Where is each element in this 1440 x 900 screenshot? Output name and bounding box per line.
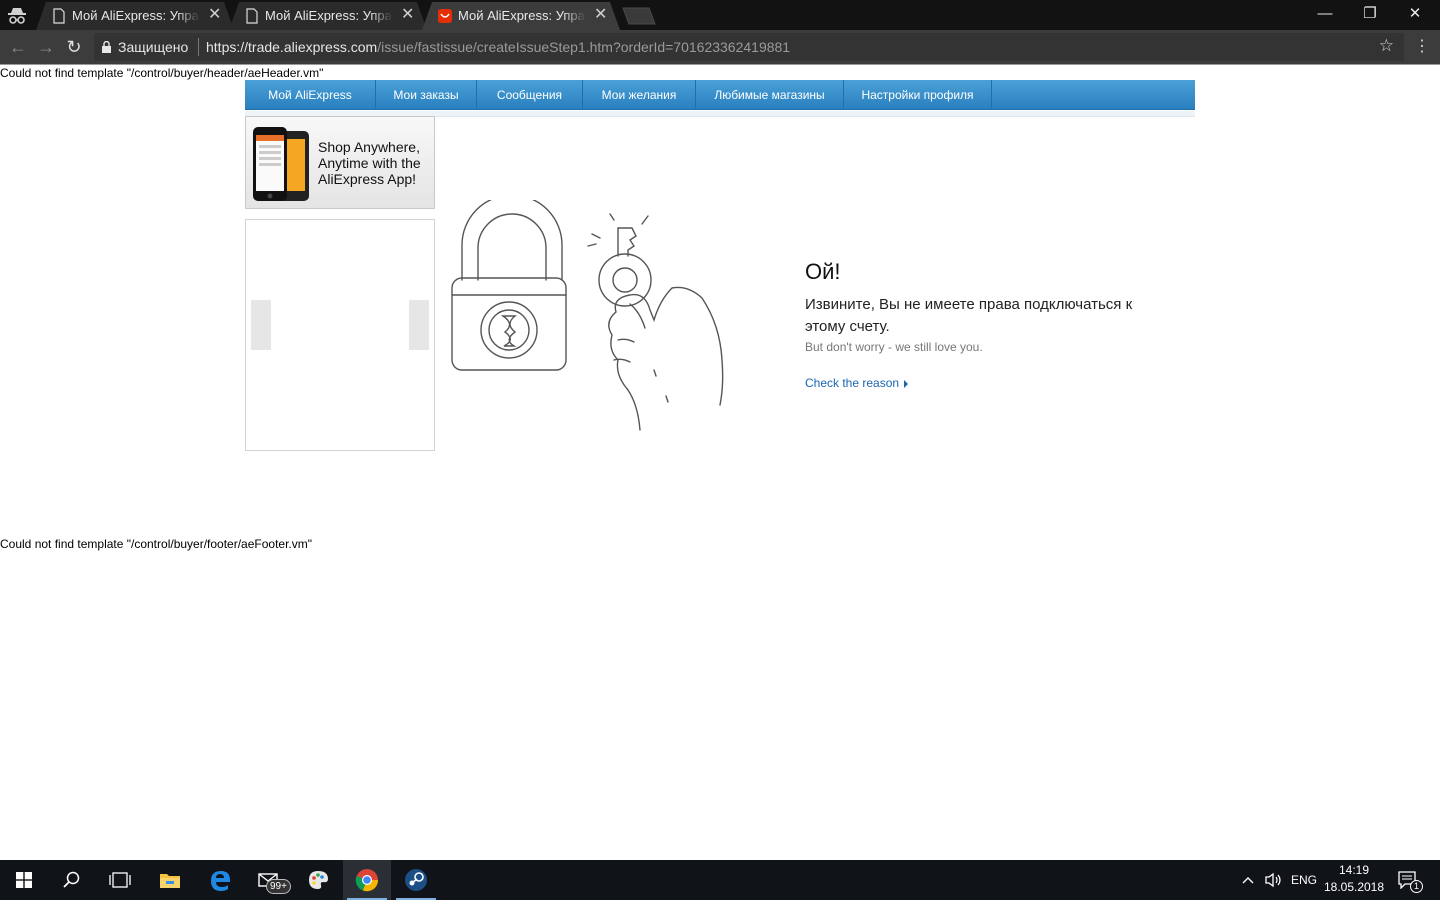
edge-button[interactable] [196, 860, 244, 900]
app-promo-banner[interactable]: Shop Anywhere, Anytime with the AliExpre… [245, 116, 435, 209]
search-button[interactable] [48, 860, 96, 900]
back-button[interactable]: ← [8, 37, 28, 57]
close-tab-icon[interactable]: ✕ [401, 6, 414, 24]
action-center-button[interactable]: 1 [1398, 860, 1423, 900]
nav-wishlist[interactable]: Мои желания [583, 80, 696, 110]
error-title: Ой! [805, 259, 841, 284]
incognito-icon [8, 8, 26, 24]
header-template-error: Could not find template "/control/buyer/… [0, 66, 324, 80]
tab-title: Мой AliExpress: Управля [458, 8, 586, 23]
mail-badge: 99+ [266, 879, 291, 894]
folder-icon [160, 874, 180, 888]
steam-button[interactable] [392, 860, 440, 900]
nav-messages[interactable]: Сообщения [477, 80, 583, 110]
browser-menu-icon[interactable]: ⋮ [1414, 37, 1430, 57]
tab-strip: Мой AliExpress: Управля ✕ Мой AliExpress… [0, 0, 1440, 30]
account-nav: Мой AliExpress Мои заказы Сообщения Мои … [245, 80, 1195, 110]
app-promo-text: Shop Anywhere, Anytime with the AliExpre… [318, 139, 421, 187]
toolbar-divider [0, 64, 1440, 65]
system-clock[interactable]: 14:19 18.05.2018 [1318, 862, 1390, 896]
clock-date: 18.05.2018 [1323, 880, 1385, 894]
url-text[interactable]: https://trade.aliexpress.com/issue/fasti… [206, 39, 790, 55]
tray-chevron-icon[interactable] [1242, 860, 1254, 900]
error-message: Извините, Вы не имеете права подключатьс… [805, 296, 1133, 335]
page-icon [246, 8, 258, 24]
search-icon [63, 871, 80, 888]
browser-tab-3-active[interactable]: Мой AliExpress: Управля ✕ [422, 2, 620, 30]
arrow-right-icon [904, 380, 909, 388]
phones-image [253, 127, 309, 201]
maximize-button[interactable]: ❐ [1347, 0, 1393, 30]
url-path: /issue/fastissue/createIssueStep1.htm?or… [377, 39, 791, 55]
chrome-icon [355, 869, 379, 892]
browser-tab-1[interactable]: Мой AliExpress: Управля ✕ [36, 2, 234, 30]
slider-prev-button[interactable] [251, 300, 271, 350]
nav-profile-settings[interactable]: Настройки профиля [844, 80, 992, 110]
slider-next-button[interactable] [409, 300, 429, 350]
paint-button[interactable] [294, 860, 342, 900]
aliexpress-icon [438, 9, 452, 23]
new-tab-button[interactable] [621, 7, 657, 25]
browser-tab-2[interactable]: Мой AliExpress: Управля ✕ [229, 2, 427, 30]
forward-button[interactable]: → [36, 37, 56, 57]
language-indicator[interactable]: ENG [1291, 860, 1317, 900]
footer-template-error: Could not find template "/control/buyer/… [0, 537, 313, 551]
mail-button[interactable]: 99+ [246, 860, 294, 900]
nav-favorite-stores[interactable]: Любимые магазины [696, 80, 844, 110]
page-icon [53, 8, 65, 24]
windows-taskbar: 99+ ENG 14:19 18.05.2018 1 [0, 860, 1440, 900]
address-separator [198, 38, 199, 56]
chrome-button[interactable] [343, 860, 391, 900]
volume-icon[interactable] [1264, 860, 1282, 900]
reload-button[interactable]: ↻ [64, 37, 84, 57]
error-subtext: But don't worry - we still love you. [805, 340, 983, 354]
close-window-button[interactable]: ✕ [1392, 0, 1438, 30]
tab-title: Мой AliExpress: Управля [72, 8, 200, 23]
nav-my-aliexpress[interactable]: Мой AliExpress [245, 80, 376, 110]
paint-palette-icon [309, 871, 328, 889]
check-reason-link[interactable]: Check the reason [805, 376, 909, 390]
steam-icon [405, 869, 427, 891]
task-view-icon [109, 872, 131, 888]
url-host: https://trade.aliexpress.com [206, 39, 378, 55]
clock-time: 14:19 [1338, 863, 1370, 877]
tab-title: Мой AliExpress: Управля [265, 8, 393, 23]
file-explorer-button[interactable] [146, 860, 194, 900]
lock-icon [102, 41, 111, 53]
close-tab-icon[interactable]: ✕ [208, 6, 221, 24]
bookmark-star-icon[interactable]: ☆ [1379, 36, 1394, 56]
browser-toolbar: ← → ↻ Защищено https://trade.aliexpress.… [0, 30, 1440, 64]
windows-logo-icon [16, 872, 32, 888]
close-tab-icon[interactable]: ✕ [594, 6, 607, 24]
check-reason-label: Check the reason [805, 376, 900, 390]
nav-my-orders[interactable]: Мои заказы [376, 80, 477, 110]
start-button[interactable] [0, 860, 48, 900]
padlock-key-illustration [451, 200, 724, 431]
banner-slider [245, 219, 435, 451]
secure-label: Защищено [118, 39, 189, 55]
address-bar[interactable]: Защищено https://trade.aliexpress.com/is… [94, 33, 1404, 61]
minimize-button[interactable]: — [1302, 0, 1348, 30]
edge-icon [211, 871, 230, 891]
notification-count: 1 [1410, 880, 1423, 893]
task-view-button[interactable] [96, 860, 144, 900]
